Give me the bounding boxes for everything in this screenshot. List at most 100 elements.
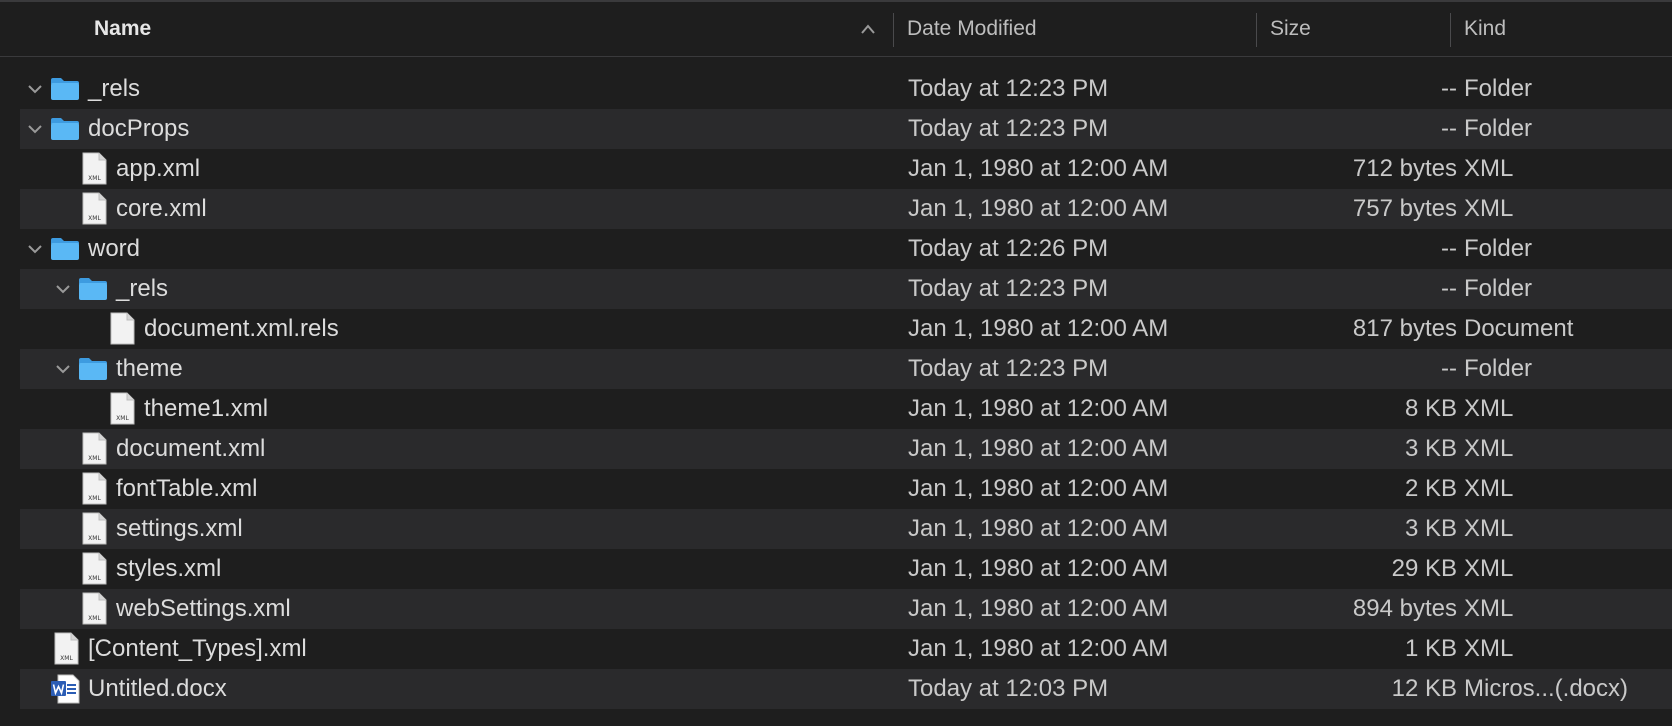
word-document-icon bbox=[50, 673, 80, 705]
file-size: 817 bytes bbox=[1352, 315, 1457, 342]
svg-text:XML: XML bbox=[88, 175, 101, 182]
date-modified: Jan 1, 1980 at 12:00 AM bbox=[908, 435, 1169, 462]
file-name: styles.xml bbox=[116, 555, 222, 582]
table-row[interactable]: XML core.xml Jan 1, 1980 at 12:00 AM 757 by… bbox=[20, 189, 1672, 229]
svg-text:XML: XML bbox=[88, 455, 101, 462]
file-size: 2 KB bbox=[1404, 475, 1457, 502]
file-kind: Folder bbox=[1464, 275, 1533, 302]
xml-file-icon: XML bbox=[81, 432, 107, 465]
table-row[interactable]: XML [Content_Types].xml Jan 1, 1980 at 12:… bbox=[20, 629, 1672, 669]
file-kind: Folder bbox=[1464, 355, 1533, 382]
file-kind: XML bbox=[1464, 155, 1514, 182]
table-row[interactable]: _rels Today at 12:23 PM -- Folder bbox=[20, 269, 1672, 309]
column-header-name[interactable]: Name bbox=[94, 2, 151, 56]
table-row[interactable]: docProps Today at 12:23 PM -- Folder bbox=[20, 109, 1672, 149]
file-kind: XML bbox=[1464, 555, 1514, 582]
file-kind: Micros...(.docx) bbox=[1464, 675, 1629, 702]
column-separator[interactable] bbox=[1450, 13, 1451, 47]
date-modified: Today at 12:23 PM bbox=[908, 355, 1109, 382]
disclosure-chevron-down-icon[interactable] bbox=[55, 282, 71, 296]
file-name: _rels bbox=[116, 275, 169, 302]
sort-ascending-icon[interactable] bbox=[860, 23, 876, 35]
column-separator[interactable] bbox=[1256, 13, 1257, 47]
xml-file-icon: XML bbox=[81, 152, 107, 185]
column-separator[interactable] bbox=[893, 13, 894, 47]
date-modified: Today at 12:23 PM bbox=[908, 115, 1109, 142]
file-name: fontTable.xml bbox=[116, 475, 258, 502]
file-size: 3 KB bbox=[1404, 435, 1457, 462]
date-modified: Jan 1, 1980 at 12:00 AM bbox=[908, 555, 1169, 582]
file-size: -- bbox=[1441, 355, 1457, 382]
file-kind: Folder bbox=[1464, 115, 1533, 142]
file-name: core.xml bbox=[116, 195, 207, 222]
file-name: document.xml bbox=[116, 435, 266, 462]
file-size: -- bbox=[1441, 75, 1457, 102]
column-header-size[interactable]: Size bbox=[1270, 2, 1311, 56]
table-row[interactable]: document.xml.rels Jan 1, 1980 at 12:00 AM… bbox=[20, 309, 1672, 349]
column-header-date-modified[interactable]: Date Modified bbox=[907, 2, 1037, 56]
column-header-bar: Name Date Modified Size Kind bbox=[0, 2, 1672, 57]
svg-text:XML: XML bbox=[88, 495, 101, 502]
folder-icon bbox=[50, 236, 80, 261]
file-name: _rels bbox=[88, 75, 141, 102]
folder-icon bbox=[50, 116, 80, 141]
table-row[interactable]: XML settings.xml Jan 1, 1980 at 12:00 AM 3 … bbox=[20, 509, 1672, 549]
disclosure-chevron-down-icon[interactable] bbox=[27, 242, 43, 256]
file-name: docProps bbox=[88, 115, 190, 142]
file-kind: XML bbox=[1464, 595, 1514, 622]
date-modified: Today at 12:03 PM bbox=[908, 675, 1109, 702]
folder-icon bbox=[78, 276, 108, 301]
xml-file-icon: XML bbox=[109, 392, 135, 425]
svg-text:XML: XML bbox=[116, 415, 129, 422]
svg-text:XML: XML bbox=[88, 535, 101, 542]
table-row[interactable]: word Today at 12:26 PM -- Folder bbox=[20, 229, 1672, 269]
svg-text:XML: XML bbox=[88, 575, 101, 582]
file-size: 757 bytes bbox=[1352, 195, 1457, 222]
file-name: settings.xml bbox=[116, 515, 243, 542]
file-size: 894 bytes bbox=[1352, 595, 1457, 622]
svg-text:XML: XML bbox=[88, 615, 101, 622]
xml-file-icon: XML bbox=[81, 512, 107, 545]
date-modified: Today at 12:23 PM bbox=[908, 75, 1109, 102]
table-row[interactable]: XML document.xml Jan 1, 1980 at 12:00 AM 3 … bbox=[20, 429, 1672, 469]
file-name: webSettings.xml bbox=[116, 595, 291, 622]
table-row[interactable]: XML fontTable.xml Jan 1, 1980 at 12:00 AM 2… bbox=[20, 469, 1672, 509]
table-row[interactable]: XML webSettings.xml Jan 1, 1980 at 12:00 A… bbox=[20, 589, 1672, 629]
table-row[interactable]: theme Today at 12:23 PM -- Folder bbox=[20, 349, 1672, 389]
file-list: _rels Today at 12:23 PM -- Folder docProps To… bbox=[20, 69, 1672, 709]
disclosure-chevron-down-icon[interactable] bbox=[27, 82, 43, 96]
file-kind: XML bbox=[1464, 195, 1514, 222]
disclosure-chevron-down-icon[interactable] bbox=[27, 122, 43, 136]
date-modified: Jan 1, 1980 at 12:00 AM bbox=[908, 195, 1169, 222]
date-modified: Jan 1, 1980 at 12:00 AM bbox=[908, 635, 1169, 662]
table-row[interactable]: XML theme1.xml Jan 1, 1980 at 12:00 AM 8 KB… bbox=[20, 389, 1672, 429]
folder-icon bbox=[78, 356, 108, 381]
table-row[interactable]: Untitled.docx Today at 12:03 PM 12 KB Micro… bbox=[20, 669, 1672, 709]
date-modified: Today at 12:26 PM bbox=[908, 235, 1109, 262]
file-kind: XML bbox=[1464, 435, 1514, 462]
file-size: 1 KB bbox=[1404, 635, 1457, 662]
xml-file-icon: XML bbox=[81, 192, 107, 225]
file-size: 29 KB bbox=[1391, 555, 1457, 582]
file-size: 12 KB bbox=[1391, 675, 1457, 702]
date-modified: Jan 1, 1980 at 12:00 AM bbox=[908, 315, 1169, 342]
file-name: app.xml bbox=[116, 155, 201, 182]
table-row[interactable]: XML styles.xml Jan 1, 1980 at 12:00 AM 29 K… bbox=[20, 549, 1672, 589]
table-row[interactable]: _rels Today at 12:23 PM -- Folder bbox=[20, 69, 1672, 109]
file-size: -- bbox=[1441, 115, 1457, 142]
date-modified: Jan 1, 1980 at 12:00 AM bbox=[908, 595, 1169, 622]
file-name: theme1.xml bbox=[144, 395, 269, 422]
xml-file-icon: XML bbox=[81, 552, 107, 585]
date-modified: Jan 1, 1980 at 12:00 AM bbox=[908, 395, 1169, 422]
file-size: 3 KB bbox=[1404, 515, 1457, 542]
document-file-icon bbox=[109, 312, 135, 345]
file-name: document.xml.rels bbox=[144, 315, 339, 342]
column-header-kind[interactable]: Kind bbox=[1464, 2, 1506, 56]
file-size: 8 KB bbox=[1404, 395, 1457, 422]
file-kind: XML bbox=[1464, 395, 1514, 422]
table-row[interactable]: XML app.xml Jan 1, 1980 at 12:00 AM 712 byt… bbox=[20, 149, 1672, 189]
date-modified: Jan 1, 1980 at 12:00 AM bbox=[908, 515, 1169, 542]
file-kind: Folder bbox=[1464, 235, 1533, 262]
disclosure-chevron-down-icon[interactable] bbox=[55, 362, 71, 376]
file-kind: Document bbox=[1464, 315, 1574, 342]
